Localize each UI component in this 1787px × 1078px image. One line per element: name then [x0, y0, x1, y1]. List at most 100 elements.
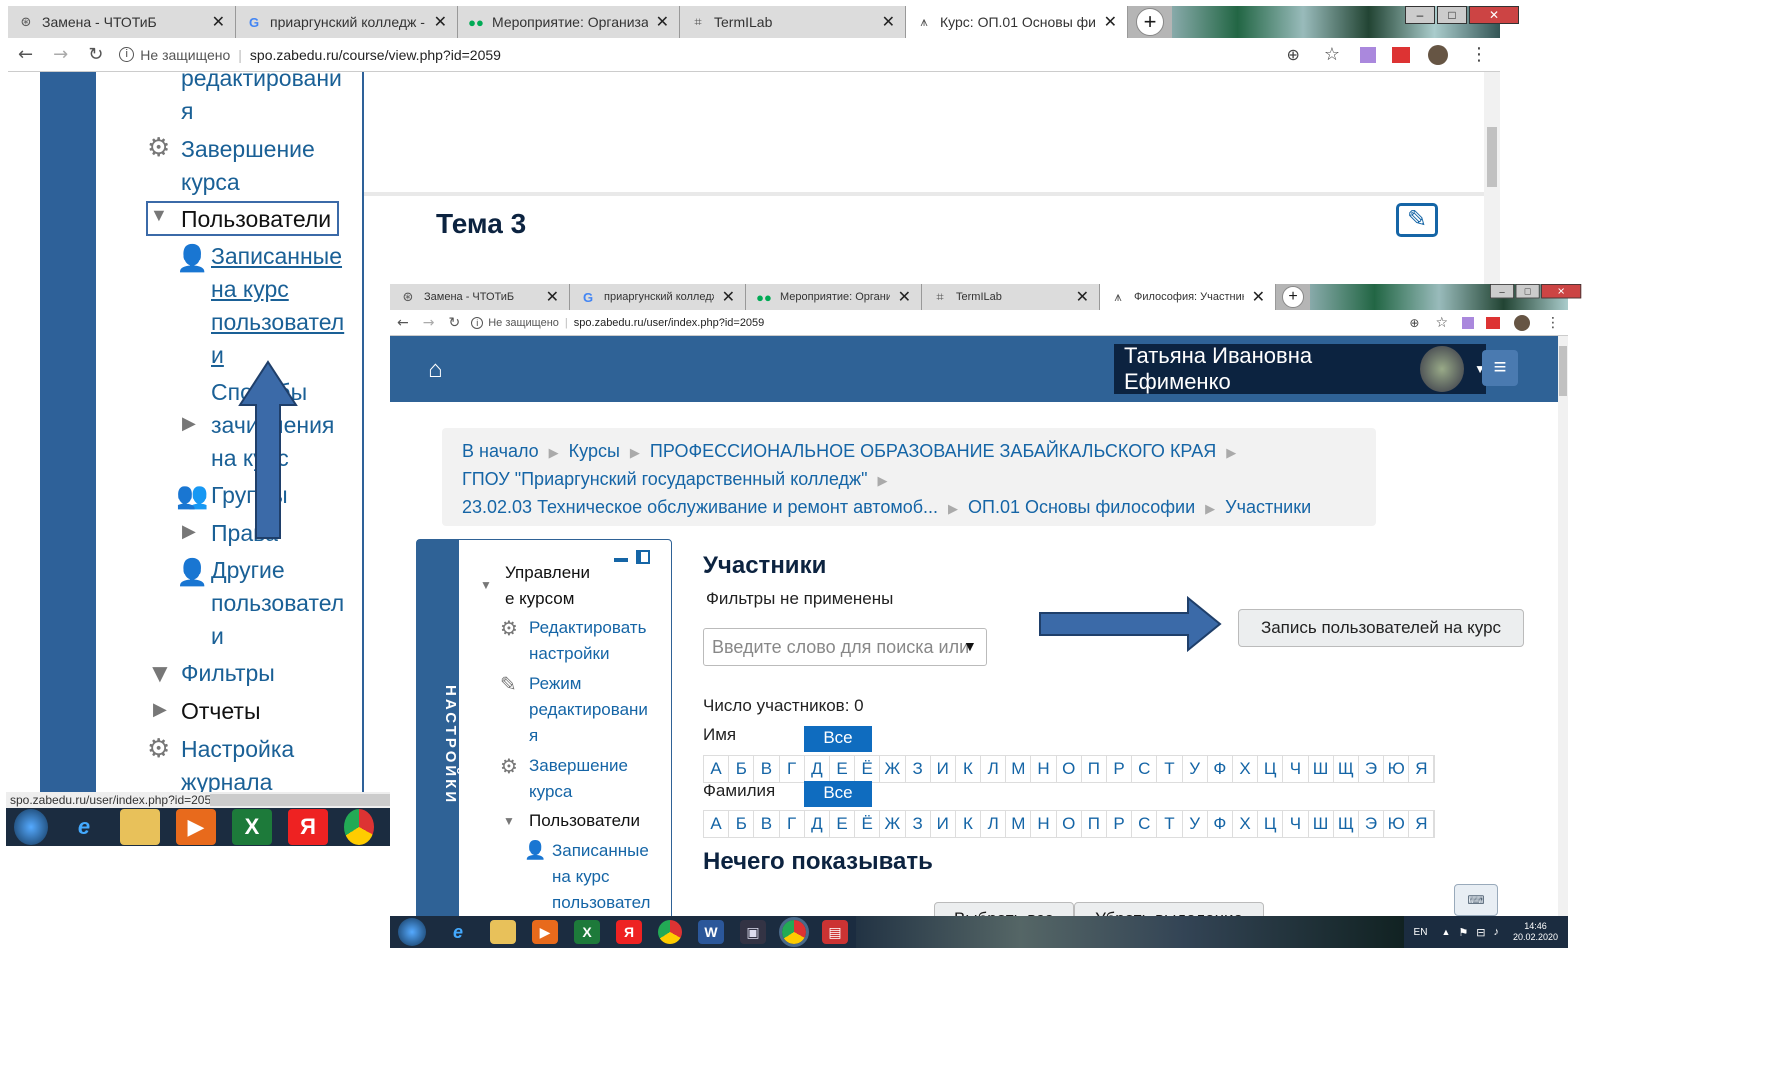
letter-filter-link[interactable]: Ж	[880, 756, 906, 782]
letter-filter-link[interactable]: И	[931, 811, 956, 837]
letter-filter-link[interactable]: У	[1183, 811, 1208, 837]
network-icon[interactable]: ⊟	[1476, 926, 1485, 939]
yandex-icon[interactable]: Я	[288, 809, 328, 845]
letter-filter-link[interactable]: Я	[1409, 756, 1435, 782]
zoom-icon[interactable]: ⊕	[1409, 316, 1419, 330]
letter-filter-link[interactable]: Р	[1107, 756, 1133, 782]
extension2-icon[interactable]	[1392, 46, 1410, 63]
back-menu-completion[interactable]: Завершение	[181, 133, 315, 166]
letter-filter-link[interactable]: В	[754, 756, 780, 782]
letter-filter-link[interactable]: Ч	[1283, 756, 1309, 782]
excel-icon[interactable]: X	[574, 920, 600, 944]
close-icon[interactable]: ✕	[1252, 287, 1265, 307]
letter-filter-link[interactable]: Т	[1157, 756, 1183, 782]
close-icon[interactable]: ✕	[898, 287, 911, 307]
back-menu-gradebook[interactable]: Настройка	[181, 733, 294, 766]
letter-filter-link[interactable]: Т	[1157, 811, 1183, 837]
avatar[interactable]	[1428, 44, 1448, 65]
letter-filter-link[interactable]: В	[754, 811, 780, 837]
explorer-icon[interactable]	[120, 809, 160, 845]
excel-icon[interactable]: X	[232, 809, 272, 845]
extension2-icon[interactable]	[1486, 316, 1500, 329]
ie-icon[interactable]: e	[442, 918, 474, 946]
back-menu-other-users-b[interactable]: пользовател	[211, 587, 344, 620]
letter-filter-link[interactable]: Ю	[1384, 811, 1410, 837]
star-icon[interactable]: ☆	[1324, 44, 1340, 65]
back-menu-enrolled-d[interactable]: и	[211, 339, 224, 372]
lastname-all-button[interactable]: Все	[804, 781, 872, 807]
ie-icon[interactable]: e	[64, 809, 104, 845]
back-menu-enrolled[interactable]: Записанные	[211, 240, 342, 273]
close-icon[interactable]: ✕	[882, 12, 895, 32]
crumb-course[interactable]: ОП.01 Основы философии	[968, 497, 1195, 517]
letter-filter-link[interactable]: Х	[1233, 756, 1259, 782]
new-tab-button[interactable]: +	[1282, 286, 1304, 308]
crumb-specialty[interactable]: 23.02.03 Техническое обслуживание и ремо…	[462, 497, 938, 517]
letter-filter-link[interactable]: Ё	[855, 756, 881, 782]
close-icon[interactable]: ✕	[722, 287, 735, 307]
letter-filter-link[interactable]: Д	[805, 811, 830, 837]
back-menu-completion-b[interactable]: курса	[181, 166, 240, 199]
letter-filter-link[interactable]: А	[704, 811, 730, 837]
save-icon[interactable]: ▣	[740, 920, 766, 944]
volume-icon[interactable]: ♪	[1493, 926, 1499, 938]
back-arrow-icon[interactable]: ←	[18, 44, 33, 65]
enrol-users-button[interactable]: Запись пользователей на курс	[1238, 609, 1524, 647]
menu-dots-icon[interactable]: ⋮	[1546, 314, 1560, 331]
front-tab-4[interactable]: ⩚ Философия: Участники ✕	[1100, 284, 1276, 310]
presentation-icon[interactable]: ▤	[822, 920, 848, 944]
letter-filter-link[interactable]: Ю	[1384, 756, 1410, 782]
maximize-button[interactable]: □	[1437, 6, 1467, 24]
settings-enrolled[interactable]: Записанные	[552, 838, 649, 864]
settings-edit-mode-b[interactable]: редактировани	[529, 697, 648, 723]
letter-filter-link[interactable]: П	[1082, 811, 1107, 837]
chrome-icon[interactable]	[344, 809, 374, 845]
edit-icon[interactable]: ✎	[1396, 203, 1438, 237]
settings-enrolled-c[interactable]: пользовател	[552, 890, 650, 916]
settings-edit-mode-c[interactable]: я	[529, 723, 538, 749]
letter-filter-link[interactable]: Ц	[1258, 811, 1284, 837]
back-tab-2[interactable]: ●●Мероприятие: Организация об✕	[458, 6, 680, 38]
settings-users[interactable]: Пользователи	[529, 808, 640, 834]
back-menu-other-users-c[interactable]: и	[211, 620, 224, 653]
back-menu-other-users[interactable]: Другие	[211, 554, 285, 587]
crumb-courses[interactable]: Курсы	[569, 441, 620, 461]
media-player-icon[interactable]: ▶	[532, 920, 558, 944]
back-arrow-icon[interactable]: ←	[397, 315, 409, 331]
back-menu-users[interactable]: Пользователи	[181, 203, 331, 236]
letter-filter-link[interactable]: Я	[1409, 811, 1435, 837]
user-menu[interactable]: Татьяна Ивановна Ефименко ▼	[1114, 343, 1486, 394]
settings-manage-course-b[interactable]: е курсом	[505, 586, 574, 612]
letter-filter-link[interactable]: О	[1057, 756, 1082, 782]
back-menu-filters[interactable]: Фильтры	[181, 657, 275, 690]
front-scrollbar[interactable]	[1558, 336, 1568, 916]
letter-filter-link[interactable]: Л	[981, 811, 1007, 837]
crumb-participants[interactable]: Участники	[1225, 497, 1311, 517]
new-tab-button[interactable]: +	[1136, 8, 1164, 36]
letter-filter-link[interactable]: М	[1006, 756, 1032, 782]
deselect-button[interactable]: Убрать выделение	[1074, 902, 1264, 916]
letter-filter-link[interactable]: У	[1183, 756, 1208, 782]
settings-manage-course[interactable]: Управлени	[505, 560, 590, 586]
letter-filter-link[interactable]: Л	[981, 756, 1007, 782]
menu-dots-icon[interactable]: ⋮	[1470, 44, 1488, 65]
star-icon[interactable]: ☆	[1435, 314, 1448, 331]
front-tab-1[interactable]: Gприаргунский колледж - Поиск✕	[570, 284, 746, 310]
letter-filter-link[interactable]: Ф	[1208, 756, 1233, 782]
dropdown-caret-icon[interactable]: ▼	[963, 638, 977, 654]
settings-completion[interactable]: Завершение	[529, 753, 628, 779]
back-menu-enrolled-b[interactable]: на курс	[211, 273, 289, 306]
reload-icon[interactable]: ↻	[88, 44, 103, 65]
letter-filter-link[interactable]: С	[1132, 756, 1158, 782]
letter-filter-link[interactable]: Щ	[1334, 811, 1359, 837]
forward-arrow-icon[interactable]: →	[53, 44, 68, 65]
url-field[interactable]: spo.zabedu.ru/course/view.php?id=2059	[250, 47, 501, 63]
back-menu-edit-mode-b[interactable]: я	[181, 95, 193, 128]
letter-filter-link[interactable]: Ф	[1208, 811, 1233, 837]
yandex-icon[interactable]: Я	[616, 920, 642, 944]
settings-enrolled-b[interactable]: на курс	[552, 864, 609, 890]
close-icon[interactable]: ✕	[434, 12, 447, 32]
front-tab-3[interactable]: ⌗ TermILab ✕	[922, 284, 1100, 310]
home-icon[interactable]: ⌂	[428, 356, 443, 384]
letter-filter-link[interactable]: Б	[729, 811, 755, 837]
